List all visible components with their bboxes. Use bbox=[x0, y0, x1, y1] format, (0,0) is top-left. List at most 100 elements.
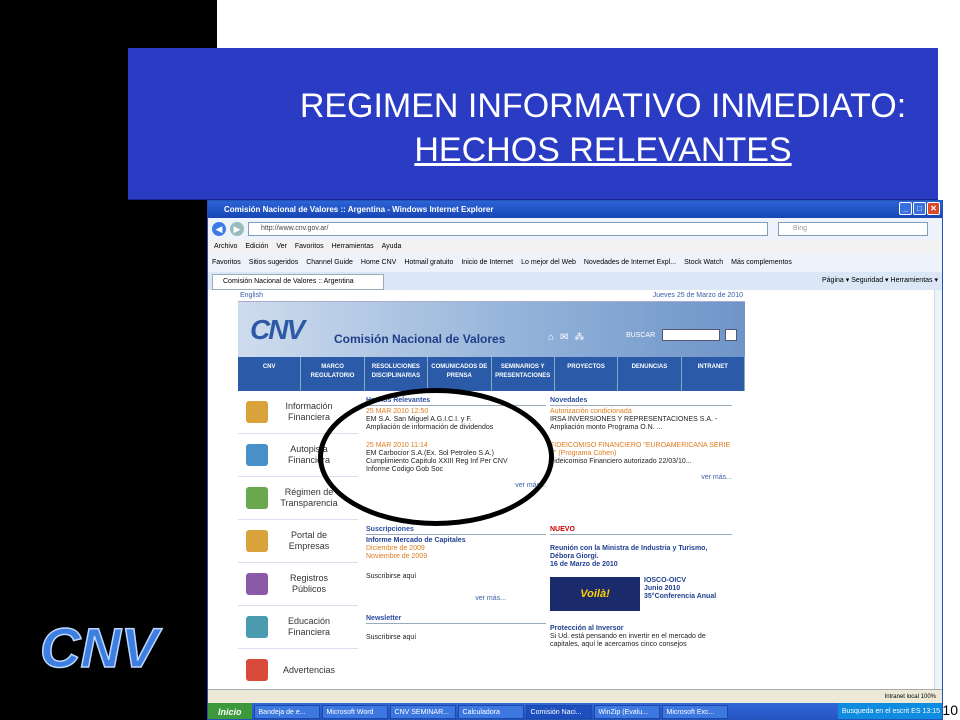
taskbar: Inicio Bandeja de e... Microsoft Word CN… bbox=[208, 703, 942, 719]
nav-seminarios[interactable]: SEMINARIOS Y PRESENTACIONES bbox=[492, 357, 555, 391]
suscribirse-link-1[interactable]: Suscribirse aquí bbox=[366, 573, 546, 581]
nav-marco[interactable]: MARCO REGULATORIO bbox=[301, 357, 365, 391]
fav-9[interactable]: Más complementos bbox=[731, 254, 792, 272]
taskbar-item-2[interactable]: CNV SEMINAR... bbox=[389, 705, 456, 719]
forward-button[interactable]: ▶ bbox=[230, 222, 244, 236]
taskbar-item-1[interactable]: Microsoft Word bbox=[321, 705, 388, 719]
tray-clock: 13:15 bbox=[922, 708, 940, 715]
informe-month-2[interactable]: Noviembre de 2009 bbox=[366, 553, 546, 561]
nav-comunicados[interactable]: COMUNICADOS DE PRENSA bbox=[428, 357, 492, 391]
vertical-scrollbar[interactable] bbox=[934, 290, 942, 689]
site-nav: CNV MARCO REGULATORIO RESOLUCIONES DISCI… bbox=[238, 357, 745, 391]
slide-title: REGIMEN INFORMATIVO INMEDIATO: HECHOS RE… bbox=[128, 48, 938, 200]
taskbar-item-6[interactable]: Microsoft Exc... bbox=[661, 705, 728, 719]
sidebar-item-registros[interactable]: Registros Públicos bbox=[238, 563, 358, 606]
cnv-logo-bottom: CNV bbox=[39, 615, 163, 677]
fav-6[interactable]: Lo mejor del Web bbox=[521, 254, 576, 272]
minimize-button[interactable]: _ bbox=[899, 202, 912, 215]
nav-proyectos[interactable]: PROYECTOS bbox=[555, 357, 619, 391]
title-line-2: HECHOS RELEVANTES bbox=[414, 131, 792, 169]
iosco-banner[interactable]: Voilà! IOSCO-OICV Junio 2010 35°Conferenci… bbox=[550, 577, 732, 611]
nav-resoluciones[interactable]: RESOLUCIONES DISCIPLINARIAS bbox=[365, 357, 429, 391]
suscripciones-more-link[interactable]: ver más... bbox=[366, 595, 546, 603]
novedades-heading: Novedades bbox=[550, 397, 732, 406]
newsletter-heading: Newsletter bbox=[366, 615, 546, 624]
site-date: Jueves 25 de Marzo de 2010 bbox=[652, 292, 743, 299]
nav-intranet[interactable]: INTRANET bbox=[682, 357, 745, 391]
proteccion-title[interactable]: Protección al Inversor bbox=[550, 625, 732, 633]
header-icons[interactable]: ⌂✉⁂ bbox=[548, 332, 590, 343]
menu-ayuda[interactable]: Ayuda bbox=[382, 240, 402, 254]
site-search-input[interactable] bbox=[662, 329, 720, 341]
warning-icon bbox=[246, 659, 268, 681]
sidebar-item-portal[interactable]: Portal de Empresas bbox=[238, 520, 358, 563]
informe-month-1[interactable]: Diciembre de 2009 bbox=[366, 545, 546, 553]
novedades-d[interactable]: Fideicomiso Financiero autorizado 22/03/… bbox=[550, 458, 732, 466]
novedades-b[interactable]: IRSA INVERSIONES Y REPRESENTACIONES S.A.… bbox=[550, 416, 732, 432]
tab-cnv[interactable]: Comisión Nacional de Valores :: Argentin… bbox=[212, 274, 384, 290]
education-icon bbox=[246, 616, 268, 638]
tray-search[interactable]: Busqueda en el escrit bbox=[842, 708, 909, 715]
fav-8[interactable]: Stock Watch bbox=[684, 254, 723, 272]
menu-herramientas[interactable]: Herramientas bbox=[332, 240, 374, 254]
road-icon bbox=[246, 444, 268, 466]
title-line-1: REGIMEN INFORMATIVO INMEDIATO: bbox=[299, 87, 907, 125]
fav-1[interactable]: Sitios sugeridos bbox=[249, 254, 298, 272]
fav-0[interactable]: Favoritos bbox=[212, 254, 241, 272]
novedades-panel: Novedades Autorización condicionada IRSA… bbox=[550, 397, 732, 482]
nuevo-panel: NUEVO Reunión con la Ministra de Industr… bbox=[550, 526, 732, 649]
registry-icon bbox=[246, 573, 268, 595]
address-toolbar: ◀ ▶ http://www.cnv.gov.ar/ Bing bbox=[208, 218, 942, 240]
logo-text: CNV bbox=[40, 616, 163, 677]
suscribirse-link-2[interactable]: Suscribirse aquí bbox=[366, 634, 546, 642]
chart-icon bbox=[246, 401, 268, 423]
window-title: Comisión Nacional de Valores :: Argentin… bbox=[224, 205, 494, 214]
start-button[interactable]: Inicio bbox=[208, 703, 252, 719]
menu-archivo[interactable]: Archivo bbox=[214, 240, 237, 254]
novedades-c[interactable]: FIDEICOMISO FINANCIERO "EUROAMERICANA SE… bbox=[550, 442, 732, 458]
site-name: Comisión Nacional de Valores bbox=[334, 332, 506, 346]
address-bar[interactable]: http://www.cnv.gov.ar/ bbox=[248, 222, 768, 236]
fav-7[interactable]: Novedades de Internet Expl... bbox=[584, 254, 676, 272]
reunion-date: 16 de Marzo de 2010 bbox=[550, 561, 618, 568]
fav-5[interactable]: Inicio de Internet bbox=[461, 254, 513, 272]
informe-title[interactable]: Informe Mercado de Capitales bbox=[366, 537, 546, 545]
highlight-ellipse bbox=[318, 388, 554, 526]
fav-4[interactable]: Hotmail gratuito bbox=[404, 254, 453, 272]
page-viewport: English Jueves 25 de Marzo de 2010 CNV Co… bbox=[208, 290, 942, 692]
slide-page-number: 10 bbox=[942, 702, 958, 718]
nav-denuncias[interactable]: DENUNCIAS bbox=[618, 357, 682, 391]
site-logo[interactable]: CNV bbox=[250, 314, 305, 346]
taskbar-item-5[interactable]: WinZip (Evalu... bbox=[593, 705, 660, 719]
sidebar-item-educacion[interactable]: Educación Financiera bbox=[238, 606, 358, 649]
sidebar-item-advertencias[interactable]: Advertencias bbox=[238, 649, 358, 692]
taskbar-item-4[interactable]: Comisión Naci... bbox=[525, 705, 592, 719]
menu-favoritos[interactable]: Favoritos bbox=[295, 240, 324, 254]
iosco-date: Junio 2010 bbox=[644, 585, 681, 592]
menu-ver[interactable]: Ver bbox=[276, 240, 287, 254]
english-link[interactable]: English bbox=[240, 290, 263, 301]
tray-lang[interactable]: ES bbox=[911, 708, 920, 715]
taskbar-item-3[interactable]: Calculadora bbox=[457, 705, 524, 719]
fav-3[interactable]: Home CNV bbox=[361, 254, 396, 272]
favorites-bar: Favoritos Sitios sugeridos Channel Guide… bbox=[208, 254, 942, 272]
taskbar-item-0[interactable]: Bandeja de e... bbox=[253, 705, 320, 719]
search-input[interactable]: Bing bbox=[778, 222, 928, 236]
voila-image: Voilà! bbox=[550, 577, 640, 611]
back-button[interactable]: ◀ bbox=[212, 222, 226, 236]
reunion-link[interactable]: Reunión con la Ministra de Industria y T… bbox=[550, 545, 732, 561]
command-bar[interactable]: Página ▾ Seguridad ▾ Herramientas ▾ bbox=[822, 272, 938, 290]
maximize-button[interactable]: □ bbox=[913, 202, 926, 215]
menu-edicion[interactable]: Edición bbox=[245, 240, 268, 254]
fav-2[interactable]: Channel Guide bbox=[306, 254, 353, 272]
site-search-button[interactable] bbox=[725, 329, 737, 341]
menu-bar: Archivo Edición Ver Favoritos Herramient… bbox=[208, 240, 942, 254]
suscripciones-heading: Suscripciones bbox=[366, 526, 546, 535]
nav-cnv[interactable]: CNV bbox=[238, 357, 302, 391]
tab-strip: Comisión Nacional de Valores :: Argentin… bbox=[208, 272, 942, 290]
novedades-a: Autorización condicionada bbox=[550, 408, 632, 415]
close-button[interactable]: ✕ bbox=[927, 202, 940, 215]
novedades-more-link[interactable]: ver más... bbox=[550, 474, 732, 482]
suscripciones-panel: Suscripciones Informe Mercado de Capital… bbox=[366, 526, 546, 642]
iosco-conf: 35°Conferencia Anual bbox=[644, 593, 717, 600]
